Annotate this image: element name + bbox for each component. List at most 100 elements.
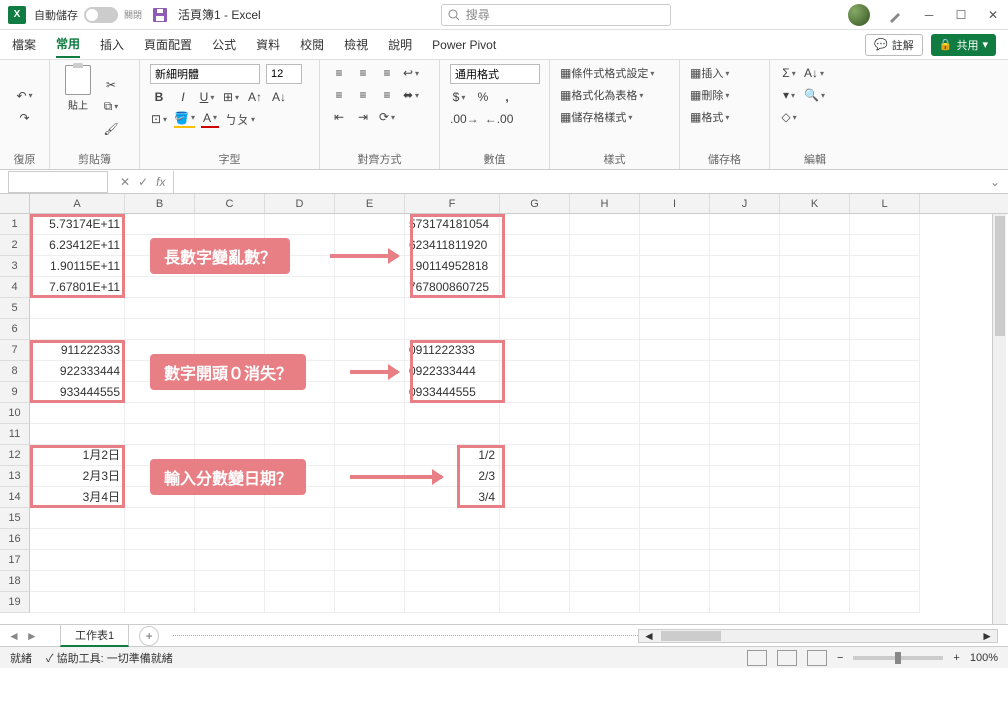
cell[interactable] (125, 529, 195, 550)
cell[interactable] (335, 466, 405, 487)
column-header[interactable]: G (500, 194, 570, 213)
tab-help[interactable]: 說明 (388, 32, 412, 57)
cell[interactable] (500, 403, 570, 424)
cell[interactable]: 3/4 (405, 487, 500, 508)
tab-home[interactable]: 常用 (56, 31, 80, 58)
cell[interactable] (500, 277, 570, 298)
cell[interactable] (780, 487, 850, 508)
cell[interactable] (850, 214, 920, 235)
fx-icon[interactable]: fx (156, 175, 165, 189)
cell[interactable] (570, 550, 640, 571)
cell[interactable] (640, 361, 710, 382)
cell[interactable] (195, 424, 265, 445)
cell[interactable] (30, 298, 125, 319)
cell[interactable] (500, 256, 570, 277)
cell[interactable] (850, 424, 920, 445)
cell[interactable] (850, 487, 920, 508)
select-all-corner[interactable] (0, 194, 30, 213)
cell[interactable] (710, 487, 780, 508)
cell[interactable] (125, 550, 195, 571)
minimize-button[interactable]: ─ (922, 8, 936, 22)
cell[interactable] (780, 571, 850, 592)
cell[interactable] (500, 550, 570, 571)
cell[interactable] (265, 466, 335, 487)
cell[interactable] (710, 256, 780, 277)
column-header[interactable]: D (265, 194, 335, 213)
column-header[interactable]: K (780, 194, 850, 213)
cell[interactable] (265, 298, 335, 319)
tab-view[interactable]: 檢視 (344, 32, 368, 57)
cell[interactable] (335, 550, 405, 571)
column-header[interactable]: F (405, 194, 500, 213)
cell[interactable] (640, 298, 710, 319)
cell[interactable] (570, 529, 640, 550)
tab-file[interactable]: 檔案 (12, 32, 36, 57)
italic-button[interactable]: I (174, 88, 192, 106)
horizontal-scrollbar[interactable]: ◄► (638, 629, 998, 643)
align-middle-button[interactable]: ≡ (354, 64, 372, 82)
cell[interactable] (30, 403, 125, 424)
page-layout-view-button[interactable] (777, 650, 797, 666)
cell[interactable] (335, 529, 405, 550)
cell[interactable] (780, 445, 850, 466)
row-header[interactable]: 17 (0, 550, 29, 571)
cell[interactable] (335, 340, 405, 361)
cell[interactable] (195, 529, 265, 550)
cell[interactable]: 3月4日 (30, 487, 125, 508)
row-header[interactable]: 14 (0, 487, 29, 508)
cell[interactable] (780, 466, 850, 487)
format-cells-button[interactable]: ▦ 格式 (690, 108, 729, 126)
cell[interactable] (500, 424, 570, 445)
close-button[interactable]: ✕ (986, 8, 1000, 22)
cell[interactable] (570, 214, 640, 235)
cell[interactable] (570, 445, 640, 466)
cell[interactable] (780, 298, 850, 319)
cell[interactable] (850, 298, 920, 319)
cell[interactable] (640, 487, 710, 508)
column-header[interactable]: A (30, 194, 125, 213)
cell[interactable] (265, 508, 335, 529)
merge-button[interactable]: ⬌ (402, 86, 420, 104)
number-format-select[interactable] (450, 64, 540, 84)
cell[interactable] (780, 550, 850, 571)
page-break-view-button[interactable] (807, 650, 827, 666)
cell[interactable]: 1/2 (405, 445, 500, 466)
maximize-button[interactable]: ☐ (954, 8, 968, 22)
insert-cells-button[interactable]: ▦ 插入 (690, 64, 729, 82)
cell[interactable] (780, 277, 850, 298)
tab-layout[interactable]: 頁面配置 (144, 32, 192, 57)
row-header[interactable]: 9 (0, 382, 29, 403)
cell[interactable] (265, 424, 335, 445)
cell[interactable] (780, 340, 850, 361)
cell[interactable] (125, 277, 195, 298)
cell[interactable] (30, 550, 125, 571)
cell[interactable] (500, 340, 570, 361)
cell[interactable] (125, 571, 195, 592)
cell[interactable]: 190114952818 (405, 256, 500, 277)
cell[interactable] (265, 382, 335, 403)
cell[interactable] (125, 508, 195, 529)
cell[interactable] (850, 529, 920, 550)
cell[interactable] (500, 235, 570, 256)
cell[interactable] (710, 571, 780, 592)
cell[interactable] (780, 508, 850, 529)
column-header[interactable]: C (195, 194, 265, 213)
cell[interactable] (405, 571, 500, 592)
cell[interactable] (710, 319, 780, 340)
cell[interactable] (30, 508, 125, 529)
cell[interactable] (640, 592, 710, 613)
row-header[interactable]: 19 (0, 592, 29, 613)
cell[interactable] (570, 424, 640, 445)
cell[interactable] (265, 529, 335, 550)
sheet-tab[interactable]: 工作表1 (60, 624, 129, 647)
currency-button[interactable]: $ (450, 88, 468, 106)
cell[interactable] (500, 298, 570, 319)
sort-filter-button[interactable]: A↓ (804, 64, 824, 82)
cell[interactable] (265, 319, 335, 340)
cell[interactable] (500, 466, 570, 487)
decrease-font-button[interactable]: A↓ (270, 88, 288, 106)
cell[interactable]: 573174181054 (405, 214, 500, 235)
name-box[interactable] (8, 171, 108, 193)
zoom-out-button[interactable]: − (837, 652, 843, 664)
cell[interactable] (500, 508, 570, 529)
